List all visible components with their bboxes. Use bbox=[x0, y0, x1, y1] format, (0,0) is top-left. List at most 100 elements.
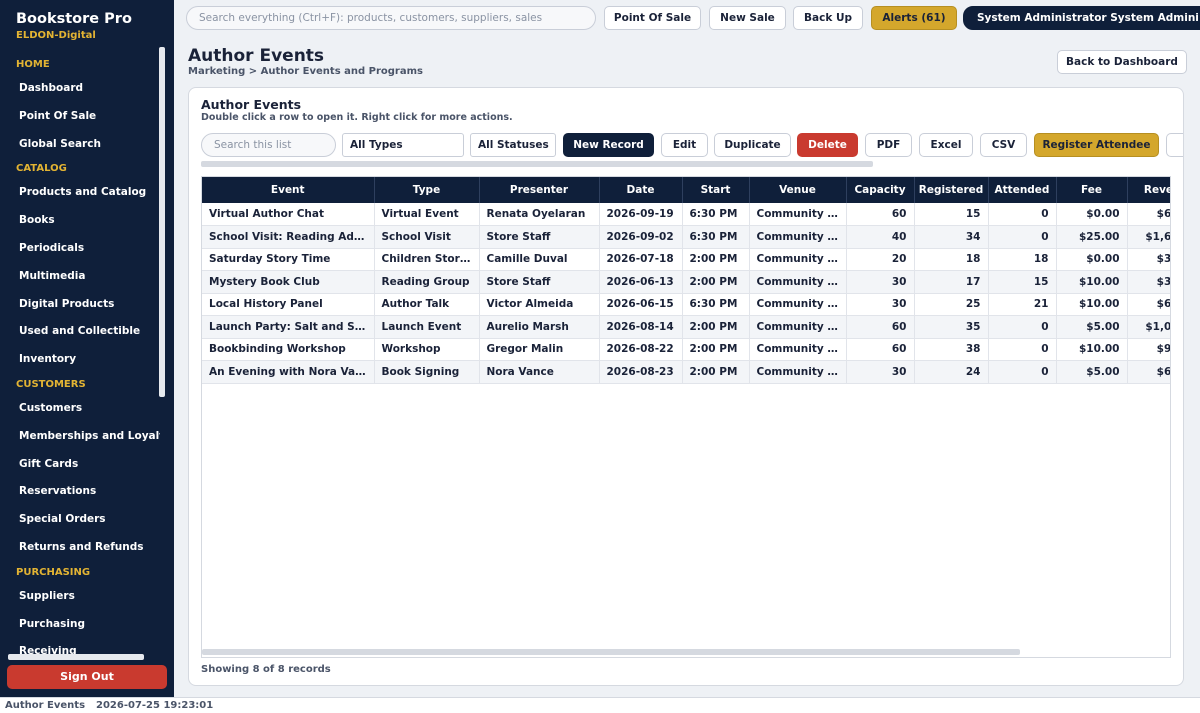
cell-venue: Community Room bbox=[749, 203, 847, 226]
sidebar-item-memberships-and-loyalty[interactable]: Memberships and Loyalty bbox=[0, 423, 160, 451]
table-row[interactable]: Virtual Author Chat Virtual Event Renata O… bbox=[202, 203, 1170, 226]
cell-fee: $0.00 bbox=[1056, 203, 1128, 226]
sidebar-item-receiving[interactable]: Receiving bbox=[0, 638, 160, 666]
sidebar: Bookstore Pro ELDON-Digital HOME Dashboar… bbox=[0, 0, 174, 697]
app-title: Bookstore Pro bbox=[16, 11, 132, 27]
cell-capacity: 60 bbox=[846, 338, 915, 361]
table-row[interactable]: Saturday Story TimeChildren Story TimeCa… bbox=[202, 248, 1170, 271]
register-attendee-button[interactable]: Register Attendee bbox=[1034, 133, 1159, 157]
sidebar-item-suppliers[interactable]: Suppliers bbox=[0, 583, 160, 611]
sidebar-item-point-of-sale[interactable]: Point Of Sale bbox=[0, 103, 160, 131]
cell-start: 2:00 PM bbox=[682, 360, 750, 384]
sidebar-item-reservations[interactable]: Reservations bbox=[0, 478, 160, 506]
new-sale-button[interactable]: New Sale bbox=[709, 6, 786, 30]
sidebar-item-books[interactable]: Books bbox=[0, 207, 160, 235]
duplicate-button[interactable]: Duplicate bbox=[714, 133, 791, 157]
cell-revenue: $606.00 bbox=[1127, 203, 1170, 226]
table-row[interactable]: Bookbinding Workshop Workshop Gregor Malin… bbox=[202, 338, 1170, 361]
column-header-registered[interactable]: Registered bbox=[914, 177, 989, 203]
cell-type: School Visit bbox=[374, 225, 480, 249]
cell-fee: $10.00 bbox=[1056, 338, 1128, 361]
sidebar-scrollbar[interactable] bbox=[159, 47, 165, 397]
table-row[interactable]: Launch Party: Salt and Stone Launch Event… bbox=[202, 315, 1170, 339]
sign-out-button[interactable]: Sign Out bbox=[7, 665, 167, 689]
sidebar-horizontal-scrollbar[interactable] bbox=[8, 654, 144, 660]
user-menu-button[interactable]: System Administrator System Administrato… bbox=[963, 6, 1200, 30]
back-to-dashboard-button[interactable]: Back to Dashboard bbox=[1057, 50, 1187, 74]
more-actions-button[interactable] bbox=[1166, 133, 1183, 157]
column-header-start[interactable]: Start bbox=[682, 177, 750, 203]
list-search-input[interactable] bbox=[201, 133, 336, 157]
point-of-sale-button[interactable]: Point Of Sale bbox=[604, 6, 701, 30]
column-header-capacity[interactable]: Capacity bbox=[846, 177, 915, 203]
column-header-event[interactable]: Event bbox=[202, 177, 375, 203]
csv-export-button[interactable]: CSV bbox=[980, 133, 1027, 157]
sidebar-item-returns-and-refunds[interactable]: Returns and Refunds bbox=[0, 534, 160, 562]
cell-registered: 15 bbox=[914, 203, 989, 226]
table-row[interactable]: An Evening with Nora Vance Book Signing No… bbox=[202, 360, 1170, 384]
cell-capacity: 20 bbox=[846, 248, 915, 271]
status-timestamp: 2026-07-25 19:23:01 bbox=[96, 700, 214, 711]
edit-button[interactable]: Edit bbox=[661, 133, 708, 157]
sidebar-item-periodicals[interactable]: Periodicals bbox=[0, 235, 160, 263]
status-filter-select[interactable]: All Statuses bbox=[470, 133, 556, 157]
table-header-row: Event Type Presenter Date Start Venue Capacity… bbox=[202, 177, 1170, 203]
cell-presenter: Nora Vance bbox=[479, 360, 600, 384]
global-search-input[interactable] bbox=[186, 6, 596, 30]
sidebar-item-purchasing[interactable]: Purchasing bbox=[0, 611, 160, 639]
sidebar-item-multimedia[interactable]: Multimedia bbox=[0, 263, 160, 291]
table-row[interactable]: Mystery Book Club Reading Group Store Staf… bbox=[202, 270, 1170, 294]
cell-venue: Community Room bbox=[749, 248, 847, 271]
excel-export-button[interactable]: Excel bbox=[919, 133, 973, 157]
column-header-venue[interactable]: Venue bbox=[749, 177, 847, 203]
cell-date: 2026-06-15 bbox=[599, 293, 683, 316]
cell-type: Workshop bbox=[374, 338, 480, 361]
toolbar-scrollbar[interactable] bbox=[201, 161, 873, 167]
sidebar-nav: HOME Dashboard Point Of Sale Global Search C… bbox=[0, 54, 160, 666]
sidebar-item-digital-products[interactable]: Digital Products bbox=[0, 291, 160, 319]
cell-capacity: 60 bbox=[846, 315, 915, 339]
table-horizontal-scrollbar[interactable] bbox=[202, 649, 1020, 655]
delete-button[interactable]: Delete bbox=[797, 133, 858, 157]
cell-date: 2026-07-18 bbox=[599, 248, 683, 271]
pdf-export-button[interactable]: PDF bbox=[865, 133, 912, 157]
cell-registered: 25 bbox=[914, 293, 989, 316]
cell-event: School Visit: Reading Adventures bbox=[202, 225, 375, 249]
page-title: Author Events bbox=[188, 46, 325, 66]
new-record-button[interactable]: New Record bbox=[563, 133, 654, 157]
cell-venue: Community Room bbox=[749, 225, 847, 249]
column-header-presenter[interactable]: Presenter bbox=[479, 177, 600, 203]
status-bar: Author Events 2026-07-25 19:23:01 bbox=[0, 697, 1200, 713]
alerts-button[interactable]: Alerts (61) bbox=[871, 6, 957, 30]
cell-revenue: $611.00 bbox=[1127, 293, 1170, 316]
column-header-fee[interactable]: Fee bbox=[1056, 177, 1128, 203]
card-title: Author Events bbox=[201, 97, 302, 112]
cell-date: 2026-09-02 bbox=[599, 225, 683, 249]
sidebar-item-gift-cards[interactable]: Gift Cards bbox=[0, 451, 160, 479]
table-row[interactable]: Local History Panel Author Talk Victor Alm… bbox=[202, 293, 1170, 316]
type-filter-select[interactable]: All Types bbox=[342, 133, 464, 157]
sidebar-item-used-and-collectible[interactable]: Used and Collectible bbox=[0, 318, 160, 346]
table-row[interactable]: School Visit: Reading AdventuresSchool V… bbox=[202, 225, 1170, 249]
record-count: Showing 8 of 8 records bbox=[201, 664, 331, 675]
sidebar-item-inventory[interactable]: Inventory bbox=[0, 346, 160, 374]
sidebar-item-special-orders[interactable]: Special Orders bbox=[0, 506, 160, 534]
brand: Bookstore Pro ELDON-Digital bbox=[0, 0, 174, 41]
sidebar-item-customers[interactable]: Customers bbox=[0, 395, 160, 423]
column-header-date[interactable]: Date bbox=[599, 177, 683, 203]
cell-date: 2026-08-23 bbox=[599, 360, 683, 384]
back-up-button[interactable]: Back Up bbox=[793, 6, 863, 30]
column-header-type[interactable]: Type bbox=[374, 177, 480, 203]
sidebar-item-products-and-catalog[interactable]: Products and Catalog bbox=[0, 179, 160, 207]
card-subtitle: Double click a row to open it. Right cli… bbox=[201, 112, 513, 123]
sidebar-item-dashboard[interactable]: Dashboard bbox=[0, 75, 160, 103]
cell-presenter: Aurelio Marsh bbox=[479, 315, 600, 339]
cell-type: Book Signing bbox=[374, 360, 480, 384]
cell-revenue: $334.00 bbox=[1127, 270, 1170, 294]
sidebar-item-global-search[interactable]: Global Search bbox=[0, 131, 160, 159]
cell-venue: Community Room bbox=[749, 338, 847, 361]
events-card: Author Events Double click a row to open… bbox=[188, 87, 1184, 686]
column-header-attended[interactable]: Attended bbox=[988, 177, 1057, 203]
column-header-revenue[interactable]: Revenue bbox=[1127, 177, 1170, 203]
cell-fee: $10.00 bbox=[1056, 293, 1128, 316]
